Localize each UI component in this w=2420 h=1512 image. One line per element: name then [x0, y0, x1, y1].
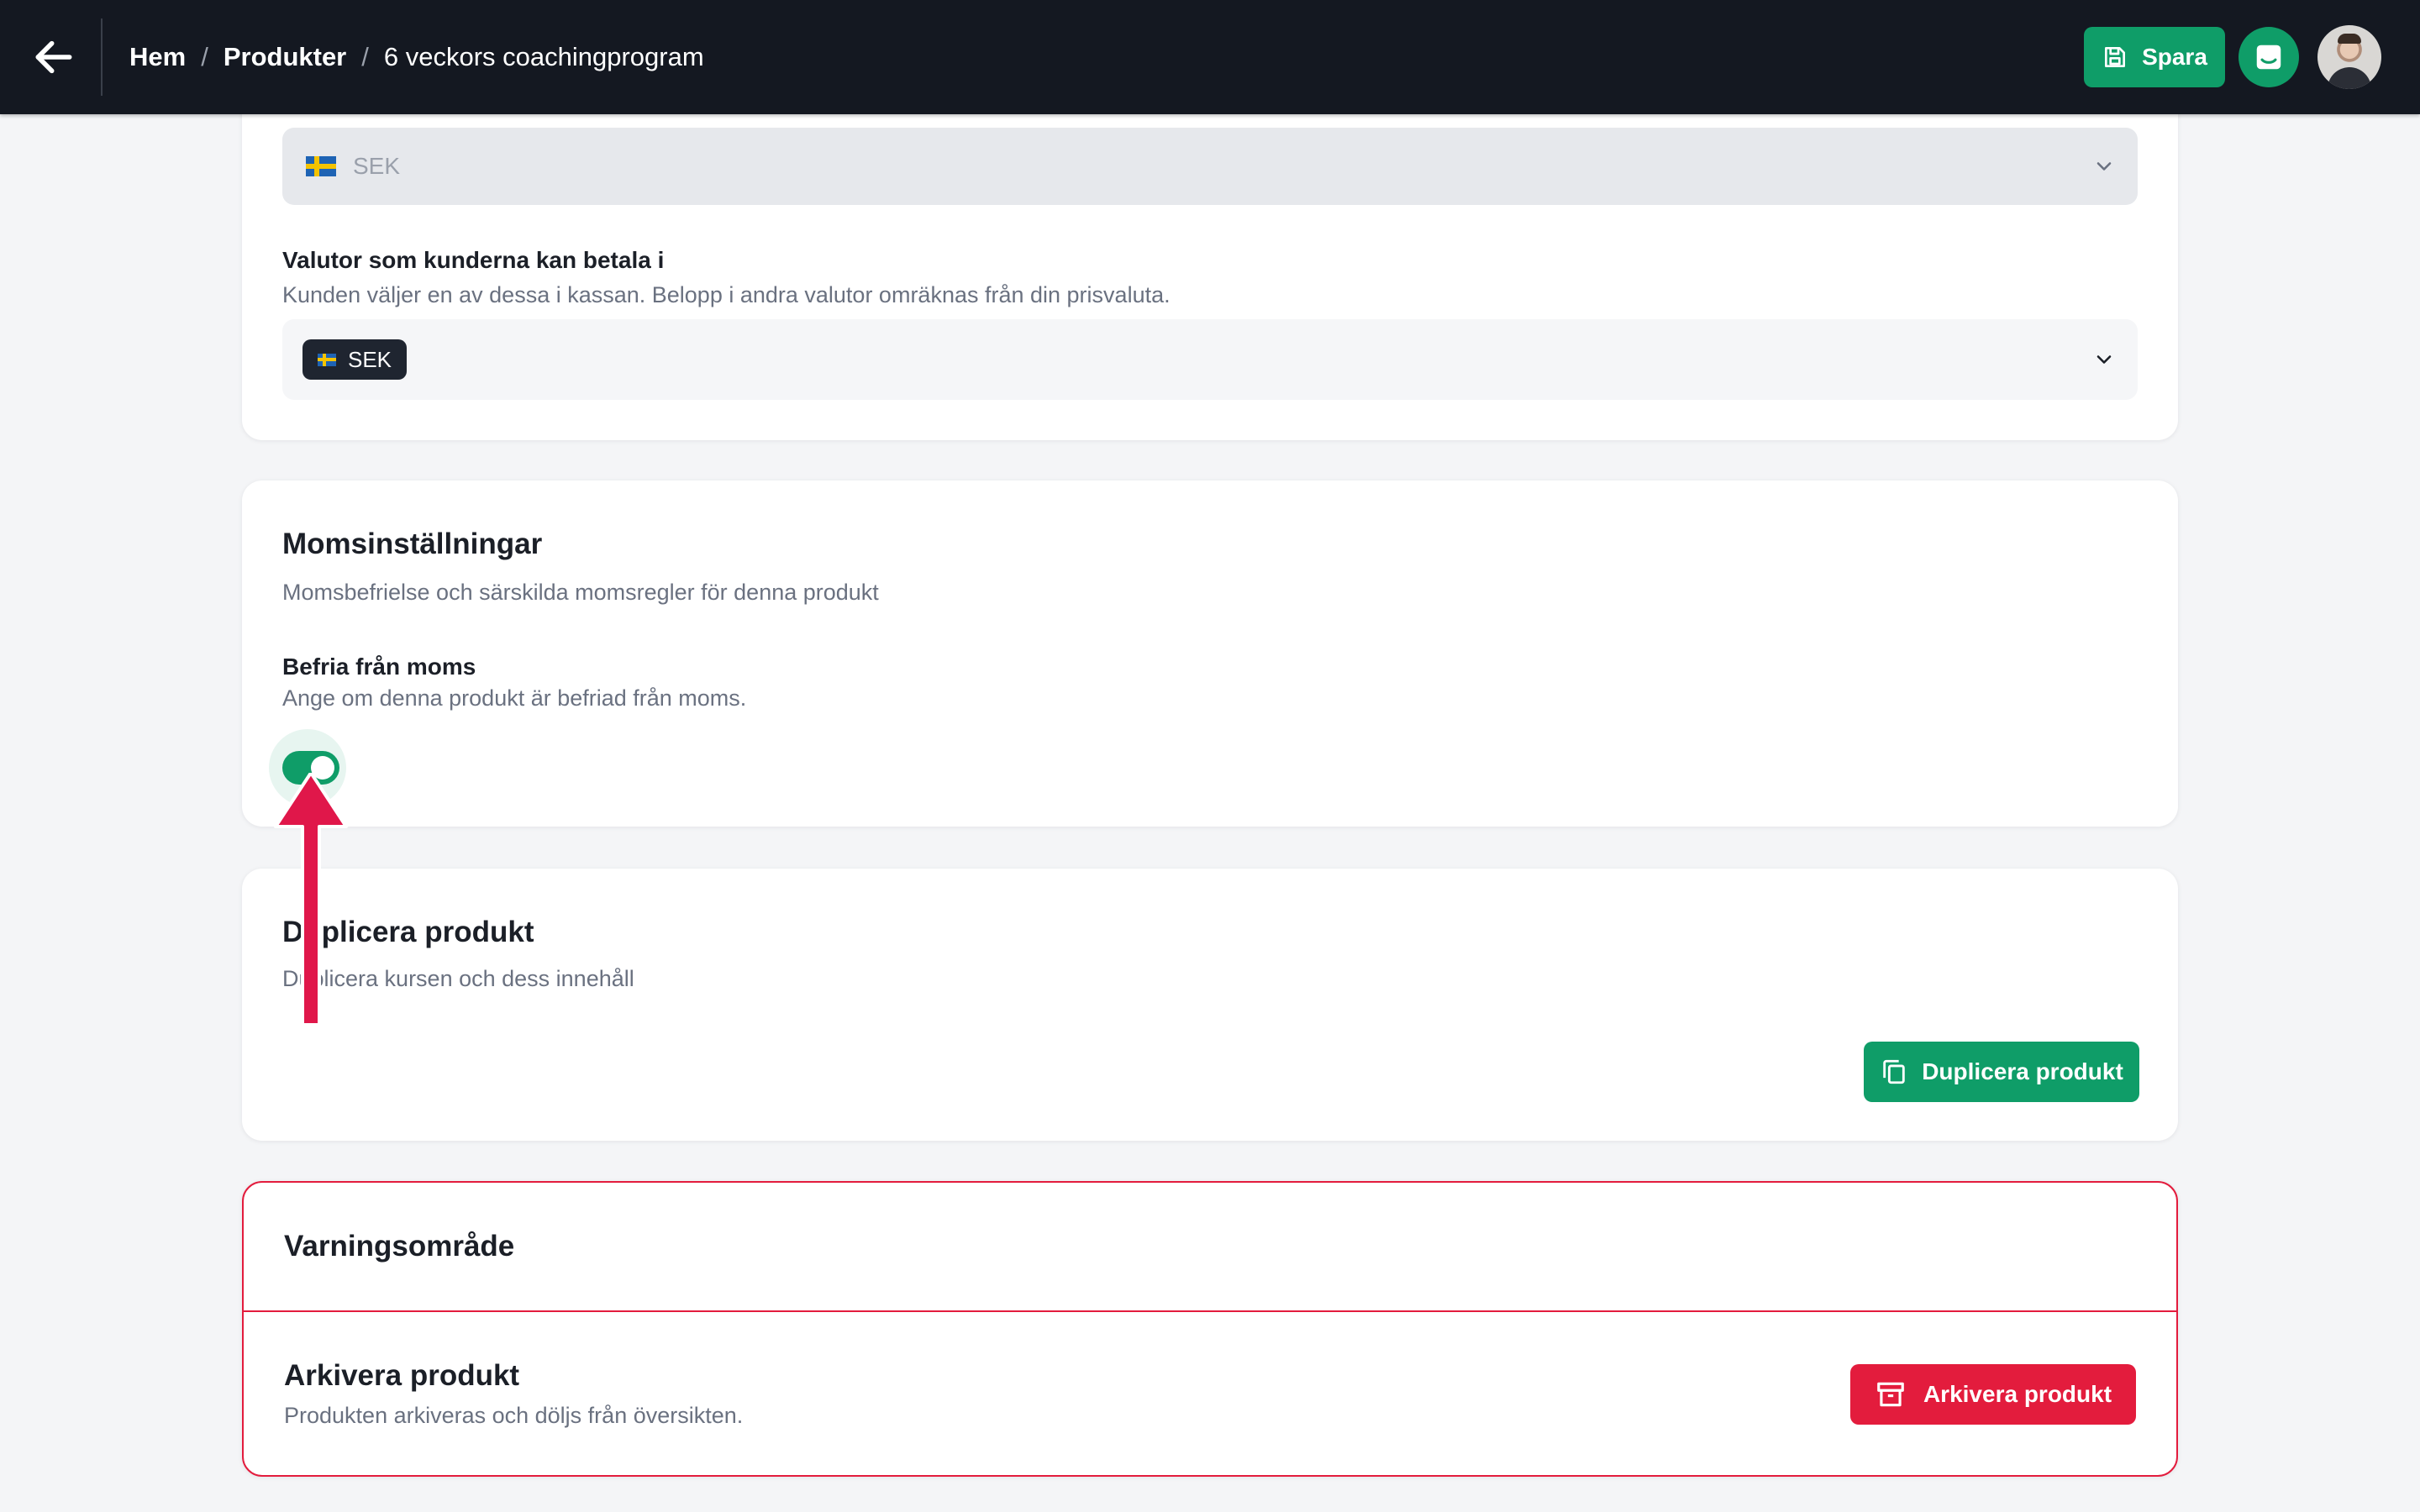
currency-chip-label: SEK	[348, 346, 392, 372]
breadcrumb-current-page: 6 veckors coachingprogram	[383, 42, 704, 71]
archive-button-label: Arkivera produkt	[1923, 1381, 2112, 1407]
breadcrumb-separator: /	[201, 42, 208, 71]
floppy-disk-icon	[2105, 47, 2126, 67]
chat-button[interactable]	[2238, 27, 2299, 87]
vat-settings-card: Momsinställningar Momsbefrielse och särs…	[242, 480, 2178, 827]
archive-help: Produkten arkiveras och döljs från övers…	[284, 1403, 744, 1428]
archive-product-button[interactable]: Arkivera produkt	[1850, 1364, 2136, 1425]
copy-icon	[1883, 1059, 1905, 1084]
vat-subtitle: Momsbefrielse och särskilda momsregler f…	[282, 580, 879, 605]
danger-zone-header: Varningsområde	[244, 1183, 2176, 1310]
breadcrumb-home[interactable]: Hem	[129, 42, 186, 72]
payment-currencies-help: Kunden väljer en av dessa i kassan. Belo…	[282, 282, 1171, 307]
avatar-shirt	[2328, 67, 2371, 89]
save-button[interactable]: Spara	[2084, 27, 2225, 87]
back-button[interactable]	[30, 34, 77, 81]
duplicate-product-button[interactable]: Duplicera produkt	[1864, 1042, 2139, 1102]
avatar-hair	[2338, 34, 2361, 44]
chevron-down-icon	[2096, 162, 2112, 171]
sweden-flag-icon	[306, 156, 336, 176]
chevron-down-icon[interactable]	[2092, 348, 2116, 371]
save-button-label: Spara	[2142, 44, 2207, 70]
price-currency-text: SEK	[353, 153, 401, 179]
user-avatar[interactable]	[2317, 25, 2381, 89]
archive-box-icon	[1877, 1382, 1904, 1407]
top-bar: Hem / Produkter / 6 veckors coachingprog…	[0, 0, 2420, 114]
duplicate-button-label: Duplicera produkt	[1922, 1058, 2123, 1084]
payment-currencies-label: Valutor som kunderna kan betala i	[282, 247, 665, 273]
chat-inbox-icon	[2256, 45, 2281, 70]
breadcrumb-separator: /	[361, 42, 369, 71]
danger-zone-divider	[244, 1310, 2176, 1312]
duplicate-product-card: Duplicera produkt Duplicera kursen och d…	[242, 869, 2178, 1141]
vat-exempt-label: Befria från moms	[282, 654, 476, 680]
payment-currencies-select[interactable]: SEK	[282, 319, 2138, 400]
breadcrumb-products[interactable]: Produkter	[224, 42, 346, 72]
price-currency-value: SEK	[306, 128, 400, 205]
vat-title: Momsinställningar	[282, 528, 543, 560]
topbar-divider	[101, 18, 103, 96]
danger-zone-title: Varningsområde	[284, 1230, 515, 1263]
sweden-flag-icon	[318, 353, 336, 366]
archive-title: Arkivera produkt	[284, 1359, 520, 1392]
arrow-left-icon	[35, 40, 72, 74]
breadcrumb: Hem / Produkter / 6 veckors coachingprog…	[129, 0, 704, 114]
currency-chip[interactable]: SEK	[302, 339, 408, 380]
price-currency-select: SEK	[282, 128, 2138, 205]
annotation-arrow-icon	[274, 773, 348, 1026]
danger-zone-card: Varningsområde Arkivera produkt Produkte…	[242, 1181, 2178, 1477]
vat-exempt-help: Ange om denna produkt är befriad från mo…	[282, 685, 747, 711]
